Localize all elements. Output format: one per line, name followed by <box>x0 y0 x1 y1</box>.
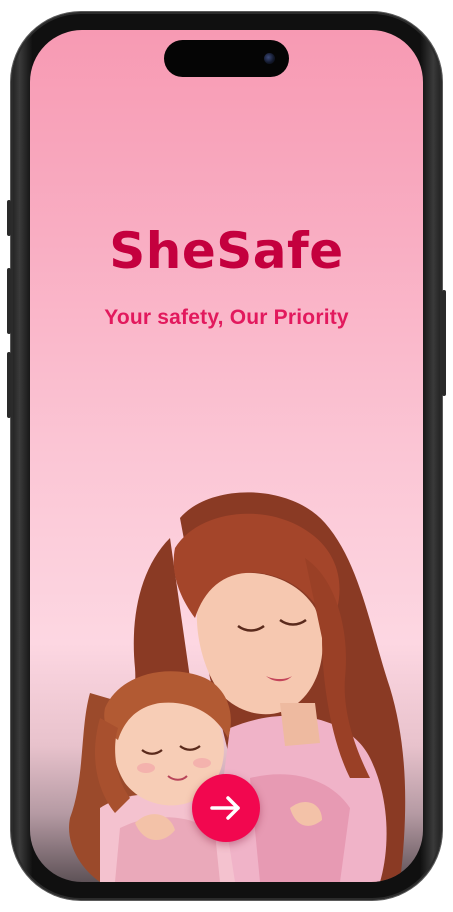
power-button <box>442 290 446 396</box>
next-button[interactable] <box>192 774 260 842</box>
phone-frame: SheSafe Your safety, Our Priority <box>7 12 446 900</box>
arrow-right-icon <box>210 796 240 820</box>
volume-down-button <box>7 352 11 418</box>
splash-screen: SheSafe Your safety, Our Priority <box>30 30 423 882</box>
action-button <box>7 200 11 236</box>
app-tagline: Your safety, Our Priority <box>104 306 349 329</box>
app-title: SheSafe <box>109 222 344 280</box>
camera-icon <box>264 53 275 64</box>
volume-up-button <box>7 268 11 334</box>
dynamic-island <box>164 40 289 77</box>
